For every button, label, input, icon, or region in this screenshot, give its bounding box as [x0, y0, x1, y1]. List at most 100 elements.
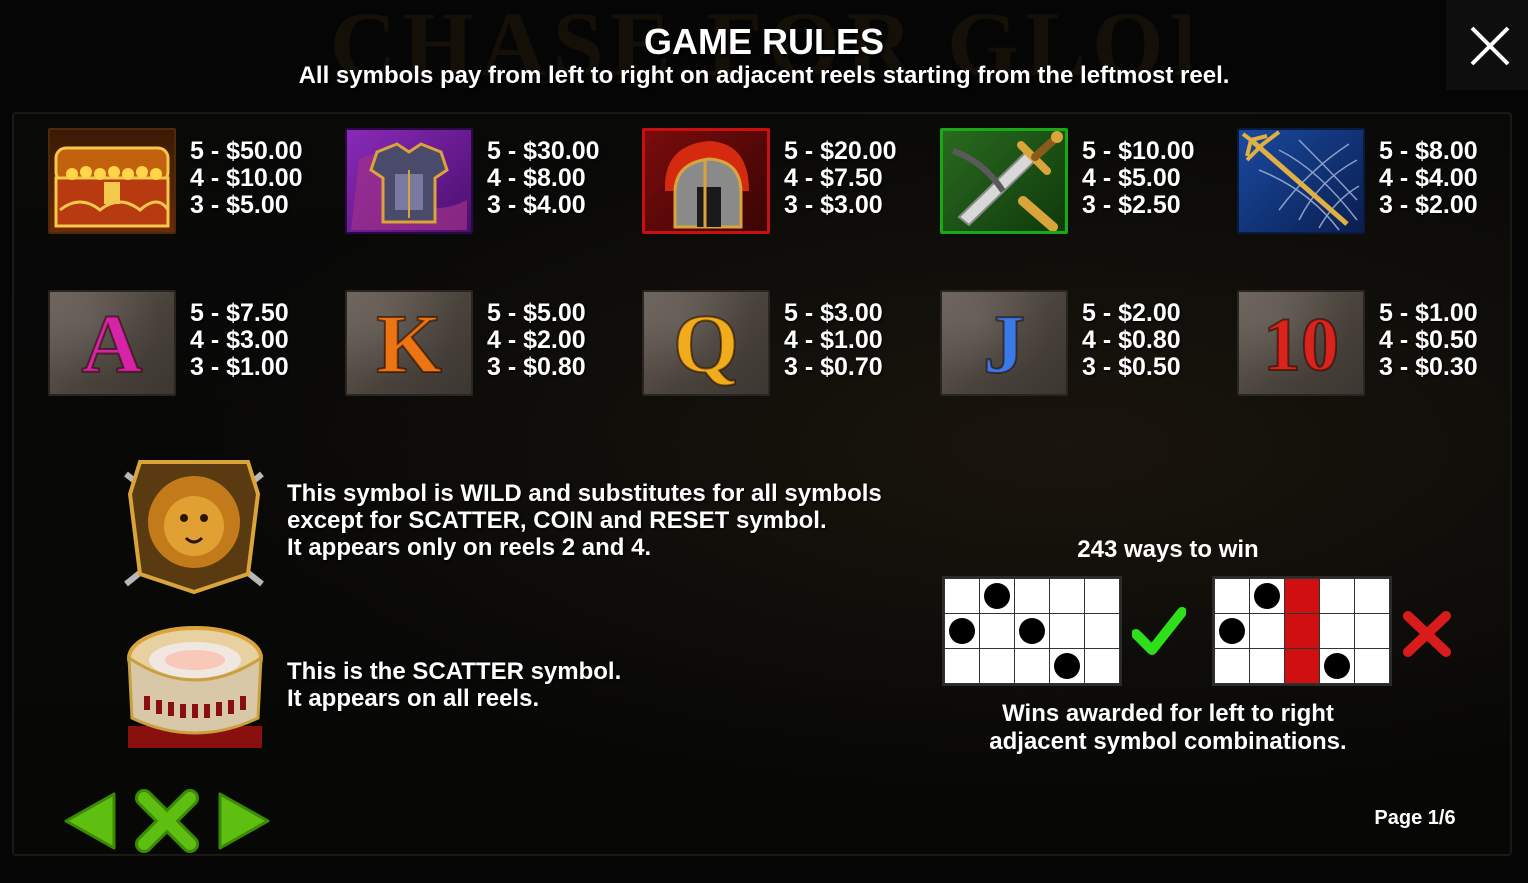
ways-example-valid-grid	[942, 576, 1122, 686]
paytable-item-j: J 5 - $2.00 4 - $0.80 3 - $0.50	[940, 290, 1220, 400]
grid-cell	[1085, 649, 1119, 683]
payout-5: 5 - $8.00	[1379, 137, 1478, 165]
close-paytable-button[interactable]	[134, 788, 200, 859]
payout-5: 5 - $10.00	[1082, 137, 1195, 165]
grid-cell	[1085, 614, 1119, 648]
payout-4: 4 - $8.00	[487, 164, 586, 192]
page-indicator: Page 1/6	[1374, 807, 1456, 829]
payout-4: 4 - $4.00	[1379, 164, 1478, 192]
close-button[interactable]	[1446, 0, 1528, 90]
paytable-item-10: 10 5 - $1.00 4 - $0.50 3 - $0.30	[1237, 290, 1517, 400]
trident-net-icon	[1237, 128, 1365, 234]
payout-5: 5 - $1.00	[1379, 299, 1478, 327]
grid-cell	[1355, 649, 1389, 683]
payout-4: 4 - $10.00	[190, 164, 303, 192]
paytable-item-armor: 5 - $30.00 4 - $8.00 3 - $4.00	[345, 128, 625, 238]
ways-title: 243 ways to win	[1077, 536, 1259, 563]
paytable-item-k: K 5 - $5.00 4 - $2.00 3 - $0.80	[345, 290, 625, 400]
payout-5: 5 - $5.00	[487, 299, 586, 327]
payout-4: 4 - $2.00	[487, 326, 586, 354]
page-subtitle: All symbols pay from left to right on ad…	[298, 62, 1230, 89]
cross-icon	[1402, 610, 1452, 663]
grid-cell	[1320, 579, 1354, 613]
letter-a-icon: A	[48, 290, 176, 396]
payout-5: 5 - $50.00	[190, 137, 303, 165]
grid-cell	[1320, 614, 1354, 648]
grid-cell	[1215, 579, 1249, 613]
scatter-description: This is the SCATTER symbol. It appears o…	[287, 658, 622, 712]
paytable-item-treasure-chest: 5 - $50.00 4 - $10.00 3 - $5.00	[48, 128, 328, 238]
payout-3: 3 - $0.30	[1379, 353, 1478, 381]
colosseum-icon	[124, 622, 266, 750]
grid-cell	[945, 579, 979, 613]
grid-dot	[1324, 653, 1350, 679]
paytable-item-q: Q 5 - $3.00 4 - $1.00 3 - $0.70	[642, 290, 922, 400]
grid-dot	[949, 618, 975, 644]
payout-3: 3 - $2.50	[1082, 191, 1181, 219]
payout-4: 4 - $0.50	[1379, 326, 1478, 354]
payout-5: 5 - $3.00	[784, 299, 883, 327]
payout-5: 5 - $2.00	[1082, 299, 1181, 327]
treasure-chest-icon	[48, 128, 176, 234]
grid-cell	[1320, 649, 1354, 683]
grid-cell	[1215, 649, 1249, 683]
grid-dot	[1219, 618, 1245, 644]
payout-4: 4 - $7.50	[784, 164, 883, 192]
ways-caption: Wins awarded for left to right adjacent …	[989, 700, 1347, 755]
grid-cell	[1015, 649, 1049, 683]
grid-dot	[984, 583, 1010, 609]
close-x-icon	[135, 789, 199, 853]
paytable-item-a: A 5 - $7.50 4 - $3.00 3 - $1.00	[48, 290, 328, 400]
grid-cell	[945, 649, 979, 683]
payout-5: 5 - $20.00	[784, 137, 897, 165]
grid-cell	[1285, 649, 1319, 683]
grid-cell	[1015, 614, 1049, 648]
payout-3: 3 - $0.50	[1082, 353, 1181, 381]
paytable-item-sword: 5 - $10.00 4 - $5.00 3 - $2.50	[940, 128, 1220, 238]
previous-page-button[interactable]	[60, 790, 118, 857]
arrow-right-icon	[218, 792, 270, 850]
check-icon	[1131, 606, 1187, 663]
armor-icon	[345, 128, 473, 234]
grid-cell	[1050, 649, 1084, 683]
grid-cell	[980, 649, 1014, 683]
grid-cell	[980, 579, 1014, 613]
grid-cell	[1050, 614, 1084, 648]
paytable-item-trident-net: 5 - $8.00 4 - $4.00 3 - $2.00	[1237, 128, 1517, 238]
grid-cell	[980, 614, 1014, 648]
grid-dot	[1254, 583, 1280, 609]
payout-4: 4 - $1.00	[784, 326, 883, 354]
grid-cell	[1250, 649, 1284, 683]
wild-description: This symbol is WILD and substitutes for …	[287, 480, 882, 561]
letter-q-icon: Q	[642, 290, 770, 396]
grid-cell	[1250, 579, 1284, 613]
grid-cell	[1285, 579, 1319, 613]
payout-4: 4 - $0.80	[1082, 326, 1181, 354]
ways-example-invalid-grid	[1212, 576, 1392, 686]
grid-cell	[945, 614, 979, 648]
grid-cell	[1085, 579, 1119, 613]
payout-3: 3 - $0.70	[784, 353, 883, 381]
payout-4: 4 - $5.00	[1082, 164, 1181, 192]
grid-cell	[1355, 579, 1389, 613]
payout-4: 4 - $3.00	[190, 326, 289, 354]
payout-5: 5 - $30.00	[487, 137, 600, 165]
letter-k-icon: K	[345, 290, 473, 396]
payout-3: 3 - $2.00	[1379, 191, 1478, 219]
payout-3: 3 - $3.00	[784, 191, 883, 219]
grid-cell	[1015, 579, 1049, 613]
payout-3: 3 - $0.80	[487, 353, 586, 381]
page-title: GAME RULES	[643, 21, 884, 62]
next-page-button[interactable]	[216, 790, 274, 857]
helmet-icon	[642, 128, 770, 234]
letter-j-icon: J	[940, 290, 1068, 396]
grid-cell	[1285, 614, 1319, 648]
grid-cell	[1050, 579, 1084, 613]
number-10-icon: 10	[1237, 290, 1365, 396]
grid-cell	[1215, 614, 1249, 648]
payout-3: 3 - $5.00	[190, 191, 289, 219]
grid-dot	[1054, 653, 1080, 679]
arrow-left-icon	[64, 792, 116, 850]
grid-dot	[1019, 618, 1045, 644]
close-icon	[1470, 26, 1510, 66]
